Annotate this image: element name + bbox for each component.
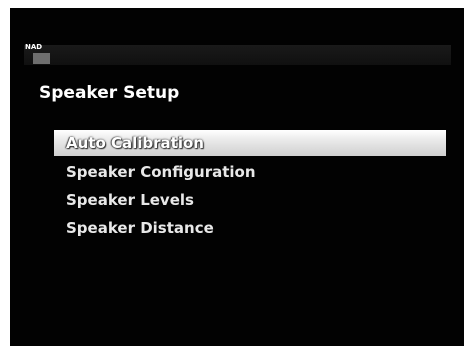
page-title: Speaker Setup	[39, 83, 180, 103]
brand-logo-box	[33, 53, 50, 64]
menu-item-speaker-configuration[interactable]: Speaker Configuration	[54, 158, 446, 186]
brand-logo: NAD	[24, 42, 50, 64]
menu-item-auto-calibration[interactable]: Auto Calibration	[54, 130, 446, 156]
menu-item-speaker-levels[interactable]: Speaker Levels	[54, 186, 446, 214]
speaker-setup-menu: Auto Calibration Speaker Configuration S…	[54, 130, 446, 242]
menu-item-speaker-distance[interactable]: Speaker Distance	[54, 214, 446, 242]
brand-name: NAD	[25, 43, 43, 51]
top-bar	[24, 45, 451, 65]
